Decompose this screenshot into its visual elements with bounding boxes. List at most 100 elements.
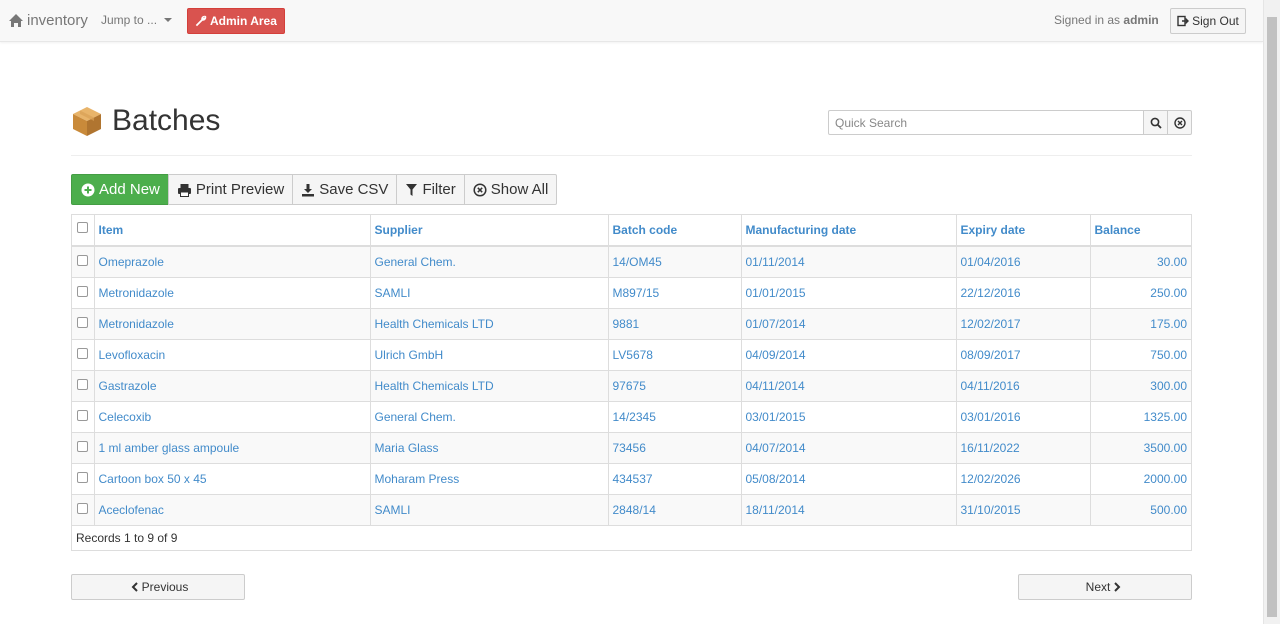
table-row[interactable]: Levofloxacin Ulrich GmbH LV5678 04/09/2014 0…	[72, 338, 1191, 370]
brand-link[interactable]: inventory	[8, 12, 88, 29]
cell-expiry-date[interactable]: 03/01/2016	[955, 400, 1090, 432]
cell-balance[interactable]: 300.00	[1089, 369, 1191, 401]
cell-supplier[interactable]: SAMLI	[369, 276, 608, 308]
cell-manufacturing-date[interactable]: 01/07/2014	[740, 307, 956, 339]
cell-supplier[interactable]: General Chem.	[369, 245, 608, 277]
cell-supplier[interactable]: Maria Glass	[369, 431, 608, 463]
cell-balance[interactable]: 1325.00	[1089, 400, 1191, 432]
table-row[interactable]: Metronidazole Health Chemicals LTD 9881 01/…	[72, 307, 1191, 339]
cell-expiry-date[interactable]: 08/09/2017	[955, 338, 1090, 370]
column-header-supplier[interactable]: Supplier	[369, 215, 608, 247]
table-row[interactable]: 1 ml amber glass ampoule Maria Glass 73456…	[72, 431, 1191, 463]
admin-area-button[interactable]: Admin Area	[187, 8, 285, 34]
cell-expiry-date[interactable]: 01/04/2016	[955, 245, 1090, 277]
cell-batch-code[interactable]: M897/15	[607, 276, 741, 308]
cell-manufacturing-date[interactable]: 01/01/2015	[740, 276, 956, 308]
cell-item[interactable]: Gastrazole	[93, 369, 370, 401]
quick-search-input[interactable]	[828, 110, 1144, 135]
cell-expiry-date[interactable]: 12/02/2017	[955, 307, 1090, 339]
cell-manufacturing-date[interactable]: 04/11/2014	[740, 369, 956, 401]
cell-batch-code[interactable]: 97675	[607, 369, 741, 401]
filter-button[interactable]: Filter	[396, 174, 465, 205]
cell-balance[interactable]: 2000.00	[1089, 462, 1191, 494]
cell-expiry-date[interactable]: 22/12/2016	[955, 276, 1090, 308]
column-header-balance[interactable]: Balance	[1089, 215, 1191, 247]
cell-supplier[interactable]: Ulrich GmbH	[369, 338, 608, 370]
cell-balance[interactable]: 750.00	[1089, 338, 1191, 370]
table-row[interactable]: Celecoxib General Chem. 14/2345 03/01/2015 0…	[72, 400, 1191, 432]
cell-batch-code[interactable]: LV5678	[607, 338, 741, 370]
save-csv-button[interactable]: Save CSV	[292, 174, 398, 205]
cell-batch-code[interactable]: 73456	[607, 431, 741, 463]
cell-batch-code[interactable]: 2848/14	[607, 493, 741, 525]
box-icon	[73, 107, 101, 136]
cell-expiry-date[interactable]: 12/02/2026	[955, 462, 1090, 494]
row-checkbox[interactable]	[77, 316, 88, 328]
cell-item[interactable]: 1 ml amber glass ampoule	[93, 431, 370, 463]
row-checkbox[interactable]	[77, 347, 88, 359]
chevron-left-icon	[131, 582, 138, 592]
cell-batch-code[interactable]: 434537	[607, 462, 741, 494]
admin-area-label: Admin Area	[210, 14, 277, 28]
cell-batch-code[interactable]: 14/2345	[607, 400, 741, 432]
cell-item[interactable]: Metronidazole	[93, 276, 370, 308]
cell-manufacturing-date[interactable]: 01/11/2014	[740, 245, 956, 277]
cell-item[interactable]: Metronidazole	[93, 307, 370, 339]
jump-to-dropdown[interactable]: Jump to ...	[101, 13, 173, 27]
cell-balance[interactable]: 30.00	[1089, 245, 1191, 277]
row-checkbox[interactable]	[77, 409, 88, 421]
cell-supplier[interactable]: SAMLI	[369, 493, 608, 525]
cell-batch-code[interactable]: 9881	[607, 307, 741, 339]
cell-balance[interactable]: 500.00	[1089, 493, 1191, 525]
column-header-expiry-date[interactable]: Expiry date	[955, 215, 1090, 247]
print-preview-button[interactable]: Print Preview	[167, 174, 294, 205]
show-all-button[interactable]: Show All	[463, 174, 558, 205]
table-row[interactable]: Metronidazole SAMLI M897/15 01/01/2015 22/12…	[72, 276, 1191, 308]
row-checkbox[interactable]	[77, 471, 88, 483]
cell-item[interactable]: Omeprazole	[93, 245, 370, 277]
search-button[interactable]	[1144, 110, 1168, 135]
scrollbar-thumb[interactable]	[1267, 17, 1277, 617]
row-checkbox[interactable]	[77, 285, 88, 297]
add-new-button[interactable]: Add New	[71, 174, 169, 205]
cell-balance[interactable]: 3500.00	[1089, 431, 1191, 463]
table-row[interactable]: Aceclofenac SAMLI 2848/14 18/11/2014 31/10/2…	[72, 493, 1191, 525]
cell-supplier[interactable]: Health Chemicals LTD	[369, 307, 608, 339]
row-checkbox[interactable]	[77, 440, 88, 452]
table-row[interactable]: Omeprazole General Chem. 14/OM45 01/11/2014…	[72, 245, 1191, 277]
cell-manufacturing-date[interactable]: 03/01/2015	[740, 400, 956, 432]
cell-batch-code[interactable]: 14/OM45	[607, 245, 741, 277]
cell-expiry-date[interactable]: 31/10/2015	[955, 493, 1090, 525]
column-header-manufacturing-date[interactable]: Manufacturing date	[740, 215, 956, 247]
cell-item[interactable]: Aceclofenac	[93, 493, 370, 525]
row-select-cell	[72, 493, 94, 525]
row-select-cell	[72, 431, 94, 463]
cell-balance[interactable]: 250.00	[1089, 276, 1191, 308]
column-header-item[interactable]: Item	[93, 215, 370, 247]
cell-supplier[interactable]: Moharam Press	[369, 462, 608, 494]
clear-search-button[interactable]	[1168, 110, 1192, 135]
select-all-checkbox[interactable]	[77, 222, 88, 233]
cell-balance[interactable]: 175.00	[1089, 307, 1191, 339]
cell-manufacturing-date[interactable]: 04/07/2014	[740, 431, 956, 463]
column-header-batch-code[interactable]: Batch code	[607, 215, 741, 247]
cell-expiry-date[interactable]: 04/11/2016	[955, 369, 1090, 401]
scrollbar-track[interactable]	[1263, 0, 1280, 624]
cell-manufacturing-date[interactable]: 18/11/2014	[740, 493, 956, 525]
previous-button[interactable]: Previous	[71, 574, 245, 600]
cell-expiry-date[interactable]: 16/11/2022	[955, 431, 1090, 463]
row-checkbox[interactable]	[77, 378, 88, 390]
table-row[interactable]: Gastrazole Health Chemicals LTD 97675 04/11…	[72, 369, 1191, 401]
sign-out-button[interactable]: Sign Out	[1170, 8, 1246, 34]
cell-item[interactable]: Celecoxib	[93, 400, 370, 432]
next-button[interactable]: Next	[1018, 574, 1192, 600]
cell-item[interactable]: Levofloxacin	[93, 338, 370, 370]
row-checkbox[interactable]	[77, 254, 88, 266]
cell-manufacturing-date[interactable]: 04/09/2014	[740, 338, 956, 370]
cell-item[interactable]: Cartoon box 50 x 45	[93, 462, 370, 494]
row-checkbox[interactable]	[77, 502, 88, 514]
table-row[interactable]: Cartoon box 50 x 45 Moharam Press 434537 05…	[72, 462, 1191, 494]
cell-manufacturing-date[interactable]: 05/08/2014	[740, 462, 956, 494]
cell-supplier[interactable]: Health Chemicals LTD	[369, 369, 608, 401]
cell-supplier[interactable]: General Chem.	[369, 400, 608, 432]
